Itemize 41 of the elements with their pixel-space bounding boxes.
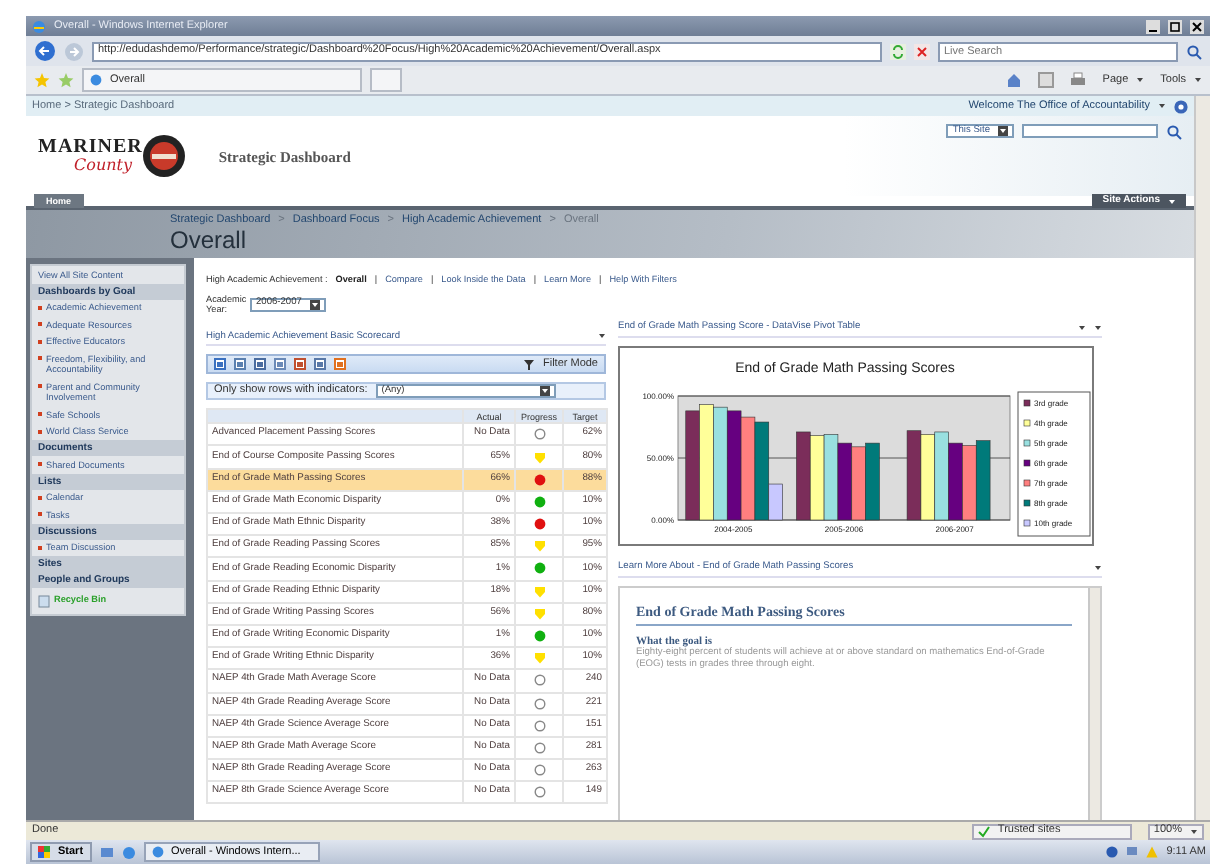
desktop-icon[interactable] [99,845,114,859]
page-title: Overall [170,227,249,254]
scrollbar[interactable] [1194,96,1210,820]
logo-text: MARINER [38,136,143,159]
home-icon[interactable] [1006,72,1023,88]
caret-icon[interactable] [598,332,606,341]
dropdown-arrow-icon [539,386,550,397]
page-icon [90,74,102,86]
logo-emblem-icon [142,134,187,178]
back-icon[interactable] [34,40,56,62]
caret-icon [1190,827,1198,835]
funnel-icon [524,359,535,370]
stop-icon[interactable] [914,43,930,59]
legend-swatch [1023,479,1031,486]
browser-logo-icon [32,19,46,33]
legend-swatch [1023,519,1031,526]
legend-swatch [1023,419,1031,426]
caret-icon [1158,102,1166,110]
bin-icon [38,594,50,608]
star-icon[interactable] [34,72,50,88]
minimize-icon[interactable] [1146,19,1160,33]
windows-logo-icon [38,846,50,858]
dropdown-arrow-icon [309,299,320,309]
refresh-icon[interactable] [890,43,906,59]
dropdown-arrow-icon [998,126,1008,136]
caret-icon [1136,76,1145,84]
search-icon[interactable] [1186,43,1202,59]
logo-subtext: County [74,156,134,176]
site-search-field[interactable] [1022,124,1158,138]
scrollbar[interactable] [1087,587,1100,819]
legend-swatch [1023,399,1031,406]
maximize-icon[interactable] [1168,19,1182,33]
browser-logo-icon [151,846,164,858]
caret-icon [1194,76,1202,84]
close-icon[interactable] [1190,19,1204,33]
legend-swatch [1023,459,1031,466]
search-icon[interactable] [1166,124,1182,140]
check-icon [977,825,990,837]
legend-swatch [1023,439,1031,446]
print-icon[interactable] [1070,72,1087,88]
legend-swatch [1023,499,1031,506]
